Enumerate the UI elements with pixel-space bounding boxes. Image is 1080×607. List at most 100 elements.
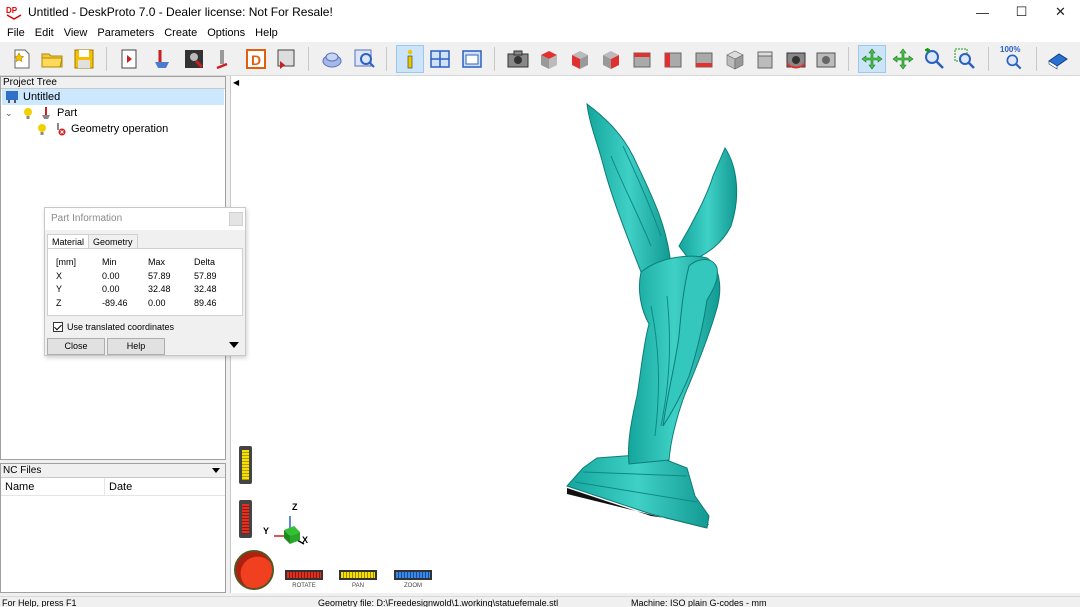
expand-arrow-icon[interactable] — [229, 342, 239, 348]
part-parameters-icon[interactable] — [148, 45, 176, 73]
pan-label: PAN — [352, 583, 364, 589]
pan-tool-icon[interactable] — [889, 45, 917, 73]
zoom-window-icon[interactable] — [951, 45, 979, 73]
rotate-tool-icon[interactable] — [858, 45, 886, 73]
column-header-date[interactable]: Date — [105, 478, 132, 495]
column-header-name[interactable]: Name — [1, 478, 105, 495]
axis-z-label: Z — [292, 502, 298, 512]
operation-error-icon — [53, 122, 67, 136]
rotate-control[interactable] — [285, 570, 323, 580]
row-y-delta: 32.48 — [194, 284, 217, 294]
tab-geometry[interactable]: Geometry — [88, 234, 138, 249]
new-project-icon[interactable] — [8, 45, 36, 73]
view-left-icon[interactable] — [659, 45, 687, 73]
dialog-close-icon[interactable] — [229, 212, 243, 226]
operation-d-icon[interactable]: D — [242, 45, 270, 73]
header-delta: Delta — [194, 257, 216, 267]
row-x-max: 57.89 — [148, 271, 171, 281]
rotate-dial[interactable] — [234, 550, 274, 590]
tree-item-part[interactable]: ⌄ Part — [5, 105, 77, 121]
menu-help[interactable]: Help — [250, 24, 283, 42]
menu-parameters[interactable]: Parameters — [92, 24, 159, 42]
menu-view[interactable]: View — [59, 24, 93, 42]
translated-coordinates-checkbox[interactable] — [53, 322, 63, 332]
pan-slider[interactable] — [239, 500, 252, 538]
snapshot-icon[interactable] — [812, 45, 840, 73]
svg-text:DP: DP — [6, 6, 18, 15]
status-geometry-file: Geometry file: D:\Freedesignwold\1.worki… — [318, 598, 559, 607]
view-bottom-icon[interactable] — [690, 45, 718, 73]
open-folder-icon[interactable] — [38, 45, 66, 73]
header-min: Min — [102, 257, 117, 267]
menu-options[interactable]: Options — [202, 24, 250, 42]
export-icon[interactable] — [272, 45, 300, 73]
checkbox-label: Use translated coordinates — [67, 322, 175, 332]
lightbulb-icon[interactable] — [21, 106, 35, 120]
dialog-tabs: Material Geometry — [47, 234, 138, 249]
tree-item-project[interactable]: Untitled — [2, 89, 224, 105]
view-back-icon[interactable] — [628, 45, 656, 73]
minimize-button[interactable]: — — [963, 0, 1002, 24]
row-x-min: 0.00 — [102, 271, 120, 281]
rotate-view-icon[interactable] — [782, 45, 810, 73]
info-icon[interactable] — [396, 45, 424, 73]
collapse-arrow-icon[interactable]: ◀ — [233, 78, 239, 87]
view-window-icon[interactable] — [458, 45, 486, 73]
view-iso-alt-icon[interactable] — [751, 45, 779, 73]
help-button[interactable]: Help — [107, 338, 165, 355]
app-logo-icon: DP — [6, 4, 22, 20]
menu-create[interactable]: Create — [159, 24, 202, 42]
row-x-delta: 57.89 — [194, 271, 217, 281]
header-units: [mm] — [56, 257, 76, 267]
zoom-control[interactable] — [394, 570, 432, 580]
title-bar: DP Untitled - DeskProto 7.0 - Dealer lic… — [0, 0, 1080, 24]
image-icon[interactable] — [180, 45, 208, 73]
dropdown-arrow-icon[interactable] — [212, 468, 220, 473]
main-toolbar: D 100% — [0, 42, 1080, 76]
dialog-title-bar: Part Information — [45, 208, 245, 230]
menu-file[interactable]: File — [2, 24, 30, 42]
row-z-delta: 89.46 — [194, 298, 217, 308]
zoom-in-icon[interactable] — [920, 45, 948, 73]
save-icon[interactable] — [70, 45, 98, 73]
menu-edit[interactable]: Edit — [30, 24, 59, 42]
view-iso-icon[interactable] — [721, 45, 749, 73]
row-y-min: 0.00 — [102, 284, 120, 294]
zoom-100-icon[interactable]: 100% — [998, 45, 1030, 73]
tab-content: [mm] Min Max Delta X 0.00 57.89 57.89 Y … — [47, 248, 243, 316]
3d-viewport[interactable]: Z Y X ROTATE PAN ZOOM — [230, 76, 1080, 593]
zoom-label: ZOOM — [404, 583, 422, 589]
camera-icon[interactable] — [504, 45, 532, 73]
simulation-icon[interactable] — [318, 45, 346, 73]
menu-bar: File Edit View Parameters Create Options… — [0, 24, 1080, 42]
view-right-icon[interactable] — [597, 45, 625, 73]
project-icon — [5, 90, 19, 104]
tree-item-geometry-operation[interactable]: Geometry operation — [35, 121, 168, 137]
status-help-text: For Help, press F1 — [2, 598, 77, 607]
help-book-icon[interactable] — [1044, 45, 1072, 73]
row-z-min: -89.46 — [102, 298, 128, 308]
translated-coordinates-option[interactable]: Use translated coordinates — [53, 322, 174, 332]
dialog-title: Part Information — [51, 213, 123, 224]
expand-chevron-icon[interactable]: ⌄ — [5, 108, 17, 119]
view-front-icon[interactable] — [566, 45, 594, 73]
zoom-slider[interactable] — [239, 446, 252, 484]
close-window-button[interactable]: ✕ — [1041, 0, 1080, 24]
nc-files-title: NC Files — [3, 465, 42, 476]
rotate-label: ROTATE — [292, 583, 316, 589]
preview-icon[interactable] — [350, 45, 378, 73]
import-part-icon[interactable] — [116, 45, 144, 73]
row-y-axis: Y — [56, 284, 63, 294]
view-top-icon[interactable] — [535, 45, 563, 73]
pan-control[interactable] — [339, 570, 377, 580]
svg-text:D: D — [251, 52, 261, 68]
row-y-max: 32.48 — [148, 284, 171, 294]
close-button[interactable]: Close — [47, 338, 105, 355]
tab-material[interactable]: Material — [47, 234, 90, 249]
lightbulb-icon[interactable] — [35, 122, 49, 136]
layout-icon[interactable] — [426, 45, 454, 73]
maximize-button[interactable]: ☐ — [1002, 0, 1041, 24]
tool-path-icon[interactable] — [212, 45, 240, 73]
nc-files-header: NC Files — [1, 464, 225, 478]
statue-model — [566, 102, 738, 529]
